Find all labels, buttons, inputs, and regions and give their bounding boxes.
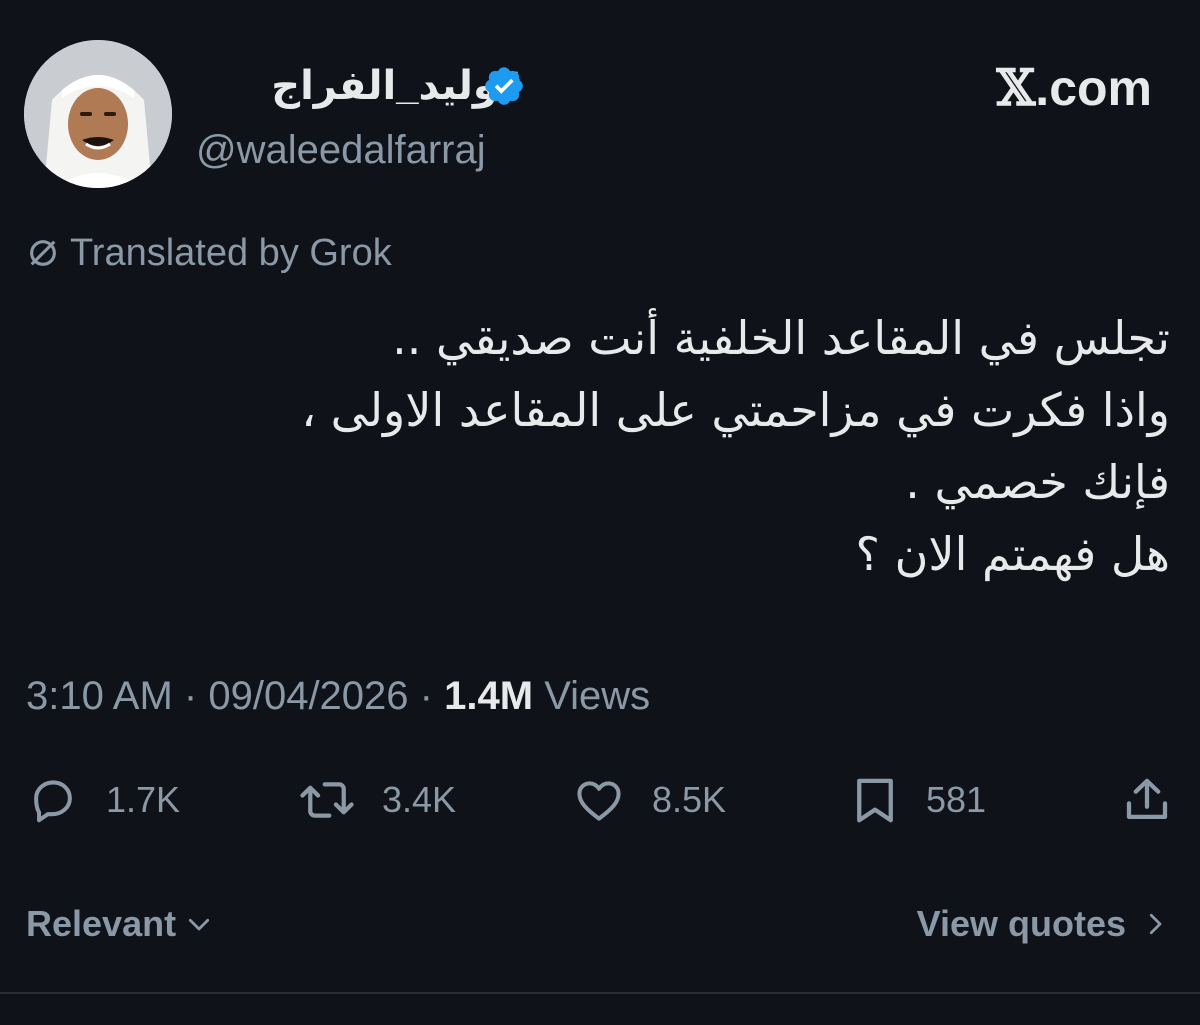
chevron-down-icon: [188, 918, 210, 931]
brand-domain: .com: [1035, 60, 1152, 116]
retweet-count: 3.4K: [382, 779, 457, 820]
tweet-time[interactable]: 3:10 AM: [26, 674, 173, 718]
chevron-right-icon: [1149, 913, 1162, 935]
tweet-line: فإنك خصمي .: [905, 455, 1170, 509]
retweet-button[interactable]: 3.4K: [298, 770, 456, 830]
like-count: 8.5K: [652, 779, 727, 820]
bookmark-icon: [857, 778, 893, 823]
tweet-line: واذا فكرت في مزاحمتي على المقاعد الاولى …: [301, 383, 1170, 437]
bookmark-button[interactable]: 581: [850, 770, 986, 830]
brand-logo: 𝕏.com: [997, 58, 1153, 118]
verified-badge-icon: [482, 64, 526, 108]
meta-separator: ·: [419, 674, 433, 718]
divider: [0, 992, 1200, 994]
reply-button[interactable]: 1.7K: [26, 770, 180, 830]
sort-label: Relevant: [26, 903, 177, 944]
author-handle[interactable]: @waleedalfarraj: [196, 122, 486, 178]
views-label: Views: [544, 674, 651, 718]
views-count[interactable]: 1.4M: [444, 674, 533, 718]
reply-icon: [34, 780, 72, 823]
tweet-line: تجلس في المقاعد الخلفية أنت صديقي ..: [392, 311, 1170, 365]
avatar[interactable]: [24, 40, 172, 188]
avatar-image: [24, 40, 172, 188]
x-logo-icon: 𝕏: [996, 58, 1036, 117]
tweet-text: تجلس في المقاعد الخلفية أنت صديقي .. واذ…: [70, 302, 1170, 590]
no-translate-icon: [30, 240, 56, 266]
retweet-icon: [300, 782, 354, 818]
like-icon: [577, 781, 621, 821]
share-icon: [1126, 778, 1168, 820]
bookmark-count: 581: [926, 779, 987, 820]
tweet-date[interactable]: 09/04/2026: [208, 674, 408, 718]
like-button[interactable]: 8.5K: [572, 770, 726, 830]
reply-count: 1.7K: [106, 779, 181, 820]
meta-separator: ·: [183, 674, 198, 718]
sort-dropdown[interactable]: Relevant: [26, 898, 214, 950]
tweet-meta: 3:10 AM · 09/04/2026 · 1.4M Views: [26, 668, 650, 724]
share-button[interactable]: [1120, 770, 1174, 830]
translation-label: Translated by Grok: [70, 232, 392, 274]
translation-notice[interactable]: Translated by Grok: [26, 228, 392, 278]
view-quotes-link[interactable]: View quotes: [917, 898, 1170, 950]
tweet-line: هل فهمتم الان ؟: [855, 527, 1170, 581]
view-quotes-label: View quotes: [916, 903, 1126, 944]
